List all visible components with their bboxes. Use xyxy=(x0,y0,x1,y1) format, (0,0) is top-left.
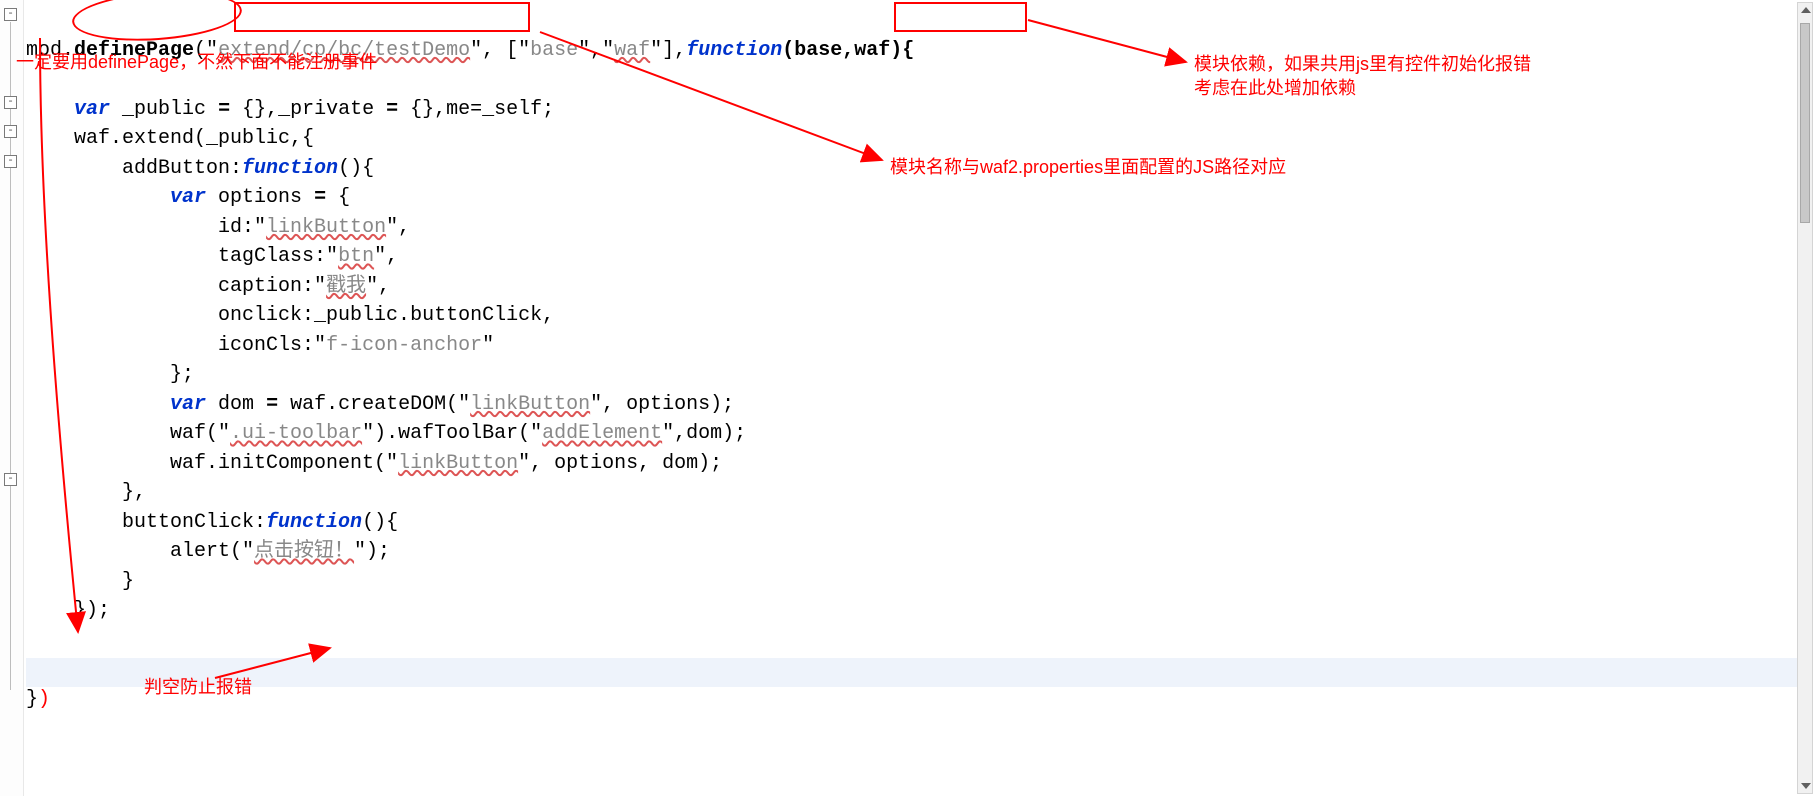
code-line: waf.extend(_public,{ xyxy=(26,127,314,150)
scroll-down-icon[interactable] xyxy=(1801,783,1811,789)
fold-marker[interactable]: - xyxy=(4,155,17,168)
gutter: - - - - - xyxy=(0,0,24,796)
annotation-definepage: 一定要用definePage，不然下面不能注册事件 xyxy=(16,50,377,74)
code-line: tagClass:"btn", xyxy=(26,245,398,268)
code-line: }; xyxy=(26,363,194,386)
code-line: addButton:function(){ xyxy=(26,157,374,180)
code-line: var dom = waf.createDOM("linkButton", op… xyxy=(26,393,734,416)
code-line: waf.initComponent("linkButton", options,… xyxy=(26,452,722,475)
code-line: var _public = {},_private = {},me=_self; xyxy=(26,98,554,121)
annotation-moduledep: 模块依赖，如果共用js里有控件初始化报错考虑在此处增加依赖 xyxy=(1194,52,1531,100)
code-line: buttonClick:function(){ xyxy=(26,511,398,534)
fold-marker[interactable]: - xyxy=(4,96,17,109)
code-line: id:"linkButton", xyxy=(26,216,410,239)
code-line: iconCls:"f-icon-anchor" xyxy=(26,334,494,357)
code-line: alert("点击按钮！"); xyxy=(26,540,390,563)
code-line: var options = { xyxy=(26,186,350,209)
fold-marker[interactable]: - xyxy=(4,125,17,138)
vertical-scrollbar[interactable] xyxy=(1797,2,1813,794)
highlight-box-deps xyxy=(894,2,1027,32)
code-line: }, xyxy=(26,481,146,504)
scroll-up-icon[interactable] xyxy=(1801,7,1811,13)
fold-marker[interactable]: - xyxy=(4,473,17,486)
code-line: onclick:_public.buttonClick, xyxy=(26,304,554,327)
annotation-modulename: 模块名称与waf2.properties里面配置的JS路径对应 xyxy=(890,155,1286,179)
code-line: }) xyxy=(26,688,50,711)
current-line-highlight xyxy=(26,658,1797,687)
code-editor[interactable]: - - - - - mod.definePage("extend/cp/bc/t… xyxy=(0,0,1815,796)
code-line: caption:"戳我", xyxy=(26,275,390,298)
highlight-box-modulename xyxy=(234,2,530,32)
fold-marker[interactable]: - xyxy=(4,8,17,21)
code-line: }); xyxy=(26,599,110,622)
scroll-thumb[interactable] xyxy=(1800,23,1810,223)
annotation-nullcheck: 判空防止报错 xyxy=(144,675,252,699)
code-line: } xyxy=(26,570,134,593)
code-line: waf(".ui-toolbar").wafToolBar("addElemen… xyxy=(26,422,746,445)
